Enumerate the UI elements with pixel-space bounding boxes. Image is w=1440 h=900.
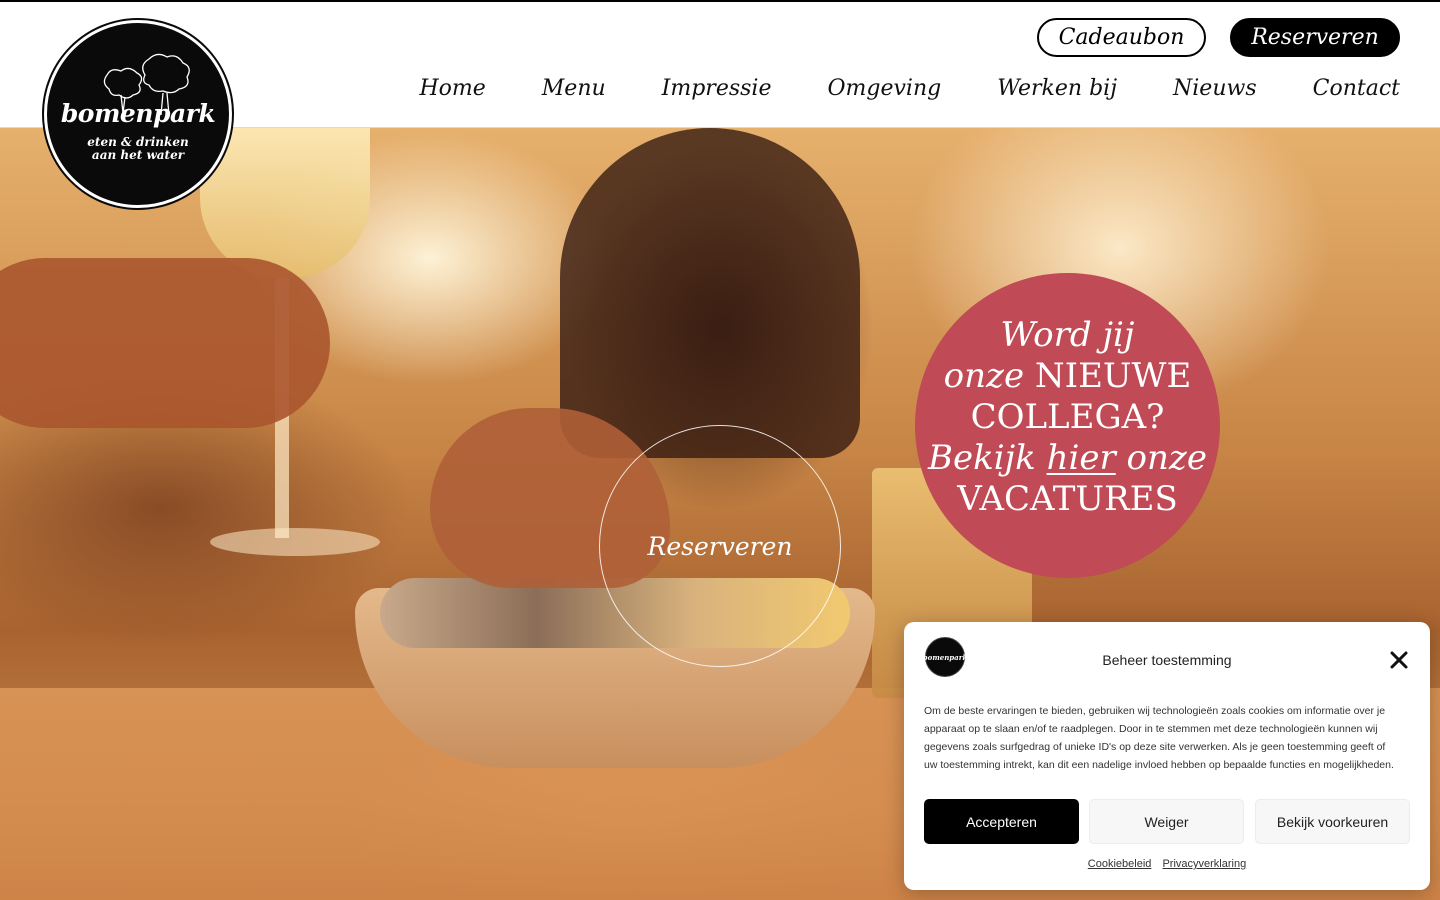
site-logo[interactable]: bomenpark eten & drinken aan het water — [44, 20, 232, 208]
vacancy-line5: VACATURES — [957, 479, 1178, 519]
vacancy-badge[interactable]: Word jij onze NIEUWE COLLEGA? Bekijk hie… — [915, 273, 1220, 578]
nav-home[interactable]: Home — [419, 76, 485, 101]
nav-werken-bij[interactable]: Werken bij — [997, 76, 1117, 101]
hero-reserve-label: Reserveren — [647, 531, 793, 561]
vacancy-line2-caps: NIEUWE — [1034, 356, 1192, 396]
nav-omgeving[interactable]: Omgeving — [827, 76, 941, 101]
vacancy-link[interactable]: hier — [1047, 438, 1116, 478]
nav-impressie[interactable]: Impressie — [662, 76, 772, 101]
logo-tagline-line2: aan het water — [91, 148, 185, 162]
hero-photo-hand-left — [0, 258, 330, 428]
vacancy-line2-italic: onze — [943, 356, 1025, 396]
cookie-policy-link[interactable]: Cookiebeleid — [1088, 858, 1152, 870]
vacancy-line1: Word jij — [1000, 315, 1135, 355]
reserve-button[interactable]: Reserveren — [1230, 18, 1400, 57]
cookie-links: Cookiebeleid Privacyverklaring — [904, 858, 1430, 870]
hero-reserve-circle[interactable]: Reserveren — [599, 425, 841, 667]
nav-contact[interactable]: Contact — [1313, 76, 1400, 101]
vacancy-line3: COLLEGA? — [970, 397, 1165, 437]
gift-card-button[interactable]: Cadeaubon — [1037, 18, 1206, 57]
cookie-text: Om de beste ervaringen te bieden, gebrui… — [924, 705, 1394, 771]
main-nav: Home Menu Impressie Omgeving Werken bij … — [363, 76, 1400, 101]
cookie-title: Beheer toestemming — [1102, 652, 1232, 668]
vacancy-line2: onze NIEUWE — [915, 356, 1220, 397]
cookie-consent-dialog: bomenpark Beheer toestemming Om de beste… — [904, 622, 1430, 890]
vacancy-line4-a: Bekijk — [928, 438, 1036, 478]
hero-photo-glass-base — [210, 528, 380, 556]
preferences-button[interactable]: Bekijk voorkeuren — [1255, 799, 1410, 844]
vacancy-line4-b: onze — [1126, 438, 1207, 478]
nav-menu[interactable]: Menu — [542, 76, 606, 101]
accept-button[interactable]: Accepteren — [924, 799, 1079, 844]
logo-tagline: eten & drinken aan het water — [47, 136, 229, 162]
nav-nieuws[interactable]: Nieuws — [1173, 76, 1257, 101]
logo-wordmark: bomenpark — [60, 99, 216, 128]
privacy-statement-link[interactable]: Privacyverklaring — [1162, 858, 1246, 870]
vacancy-line4: Bekijk hier onze — [915, 438, 1220, 479]
deny-button[interactable]: Weiger — [1089, 799, 1244, 844]
close-icon[interactable] — [1388, 649, 1410, 671]
hero-photo-person — [560, 128, 860, 458]
